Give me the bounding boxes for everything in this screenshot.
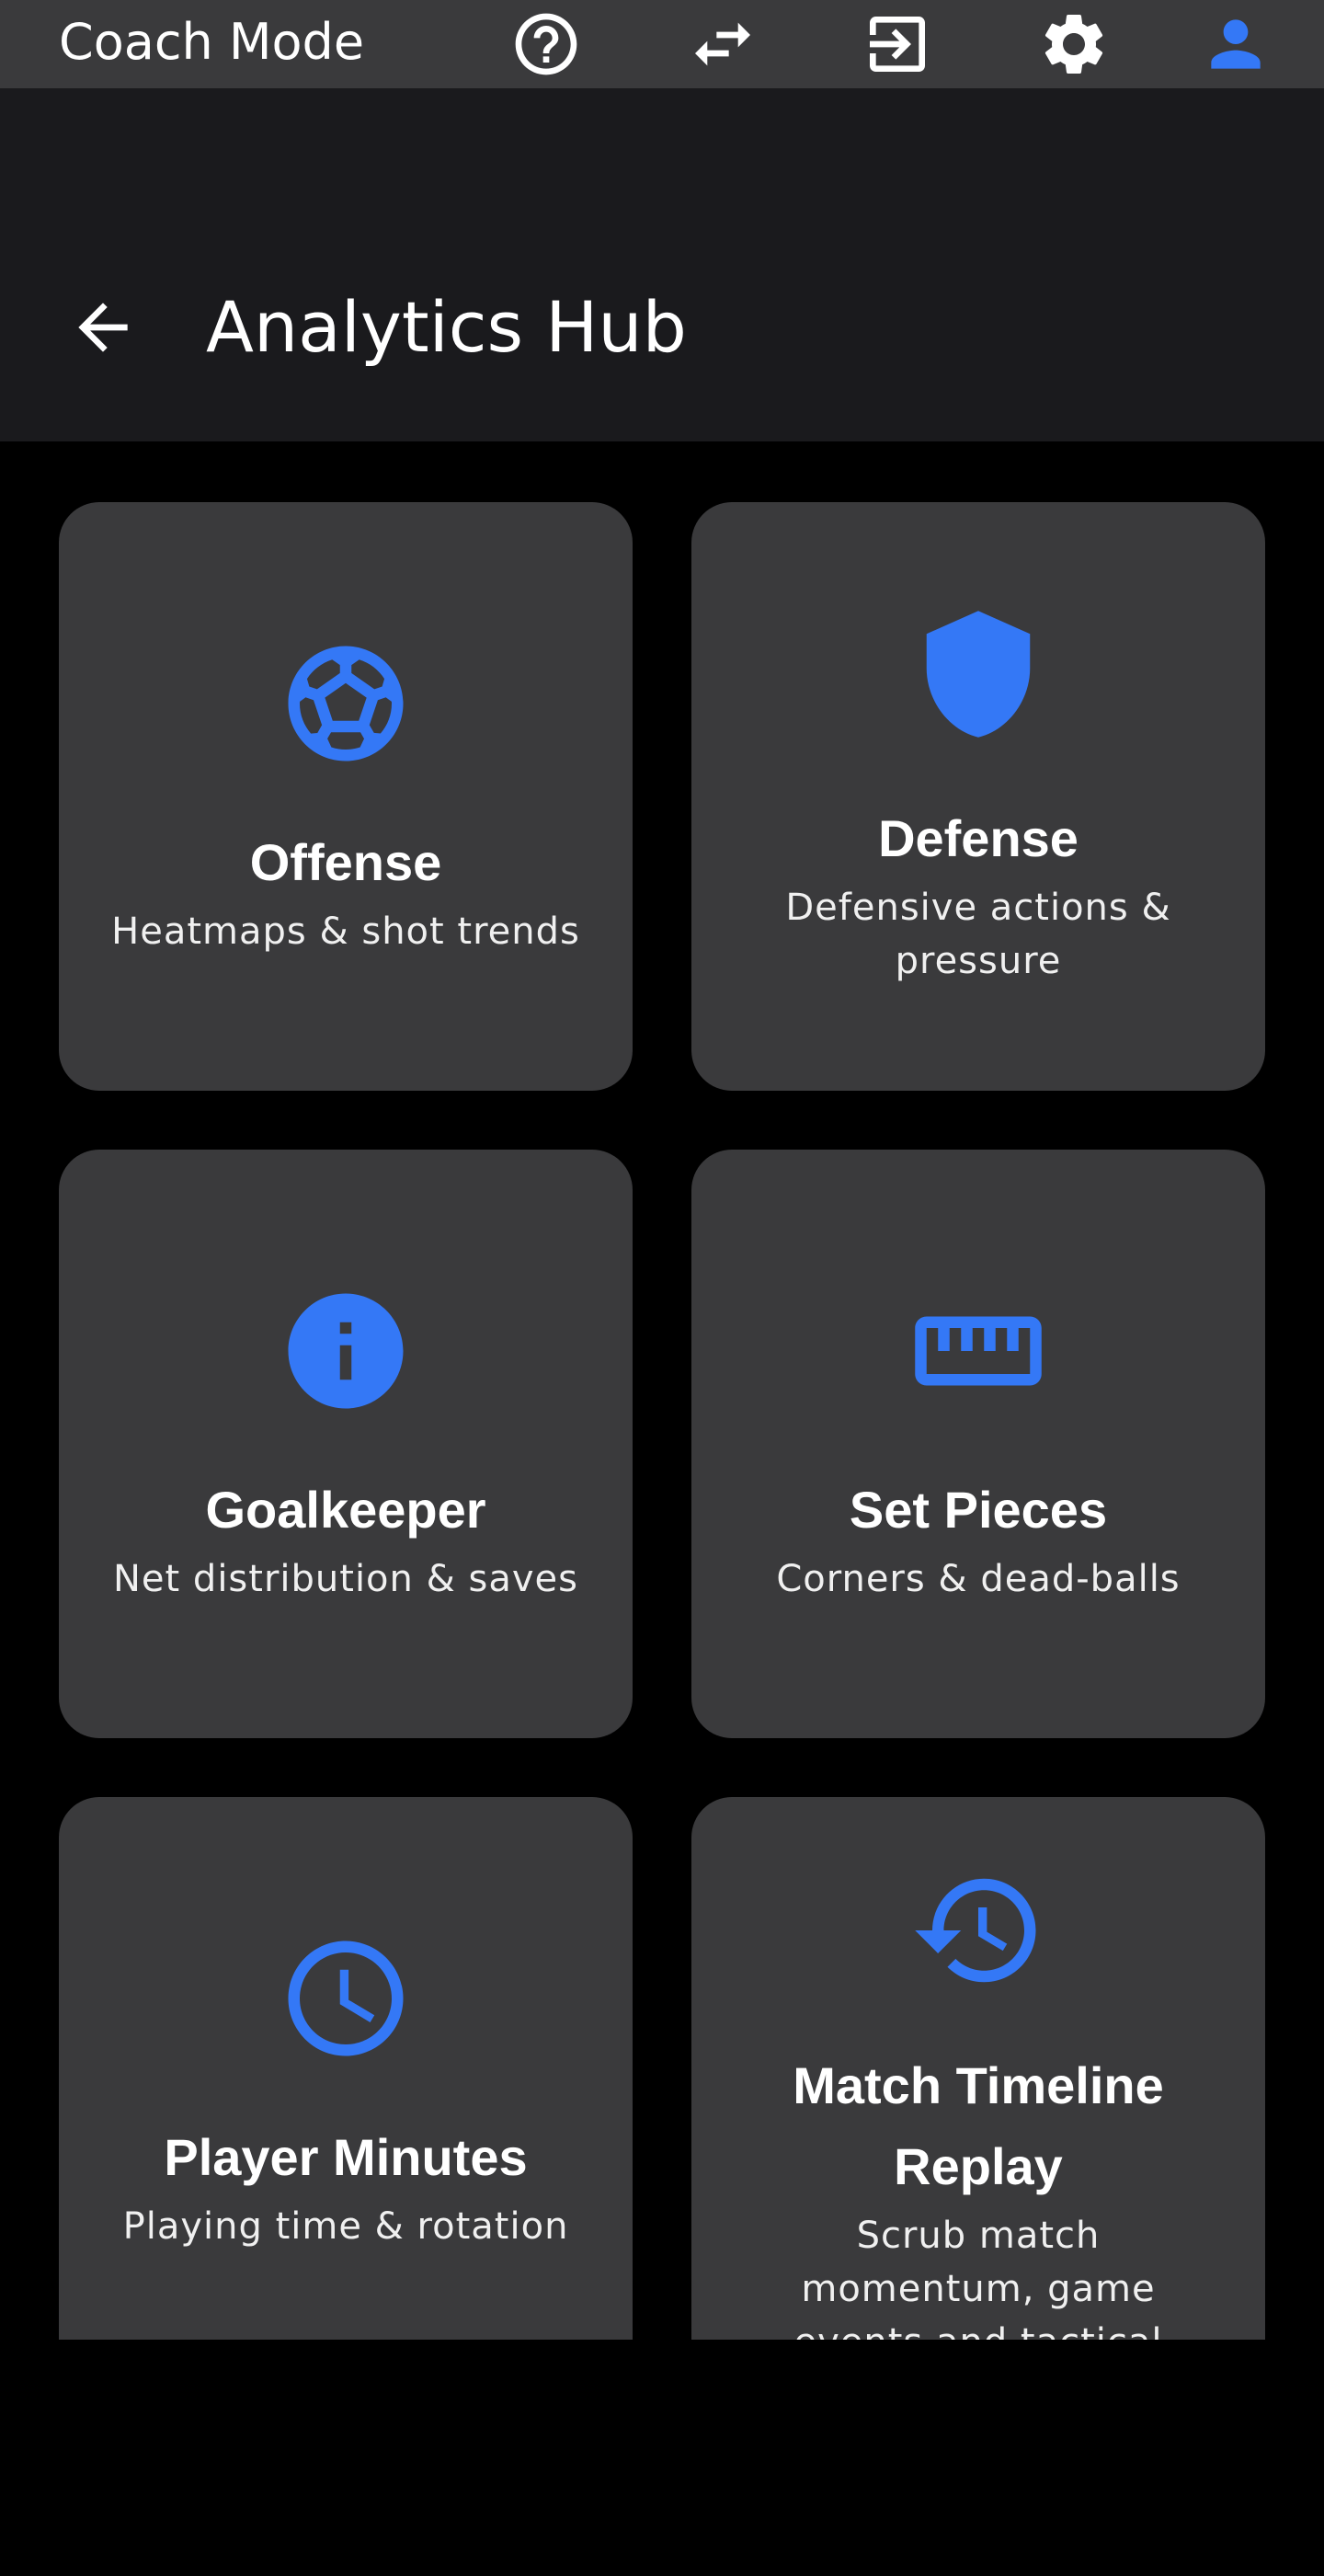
page-title: Analytics Hub <box>206 286 687 368</box>
card-offense[interactable]: Offense Heatmaps & shot trends <box>59 502 633 1091</box>
arrow-back-icon <box>78 303 128 352</box>
card-match-timeline-replay[interactable]: Match Timeline Replay Scrub match moment… <box>691 1797 1265 2340</box>
app-mode-title: Coach Mode <box>59 13 365 71</box>
card-subtitle: Scrub match momentum, game events and ta… <box>793 2215 1161 2340</box>
card-title: Defense <box>878 809 1079 867</box>
card-title: Offense <box>249 833 442 891</box>
card-title: Match Timeline Replay <box>793 2056 1164 2195</box>
card-subtitle: Net distribution & saves <box>113 1558 578 1600</box>
ruler-icon <box>909 1282 1047 1420</box>
help-circle-icon[interactable] <box>509 7 583 81</box>
card-player-minutes[interactable]: Player Minutes Playing time & rotation <box>59 1797 633 2340</box>
card-set-pieces[interactable]: Set Pieces Corners & dead-balls <box>691 1150 1265 1738</box>
card-subtitle: Corners & dead-balls <box>776 1558 1181 1600</box>
account-icon[interactable] <box>1199 7 1273 81</box>
login-icon[interactable] <box>861 7 934 81</box>
card-subtitle: Defensive actions & pressure <box>785 887 1171 982</box>
top-toolbar: Coach Mode <box>0 0 1324 88</box>
clock-icon <box>277 1929 415 2067</box>
card-goalkeeper[interactable]: Goalkeeper Net distribution & saves <box>59 1150 633 1738</box>
card-title: Set Pieces <box>849 1481 1108 1539</box>
soccer-ball-icon <box>277 635 415 773</box>
info-icon <box>277 1282 415 1420</box>
card-title: Player Minutes <box>164 2128 528 2186</box>
back-button[interactable] <box>57 281 149 373</box>
swap-arrows-icon[interactable] <box>686 7 759 81</box>
analytics-card-grid: Offense Heatmaps & shot trends Defense D… <box>0 441 1324 2340</box>
card-defense[interactable]: Defense Defensive actions & pressure <box>691 502 1265 1091</box>
shield-icon <box>909 605 1047 743</box>
app-bar: Analytics Hub <box>0 88 1324 441</box>
card-subtitle: Playing time & rotation <box>122 2205 569 2248</box>
card-subtitle: Heatmaps & shot trends <box>111 910 580 953</box>
history-icon <box>909 1861 1047 1999</box>
gear-icon[interactable] <box>1037 7 1111 81</box>
card-title: Goalkeeper <box>205 1481 486 1539</box>
